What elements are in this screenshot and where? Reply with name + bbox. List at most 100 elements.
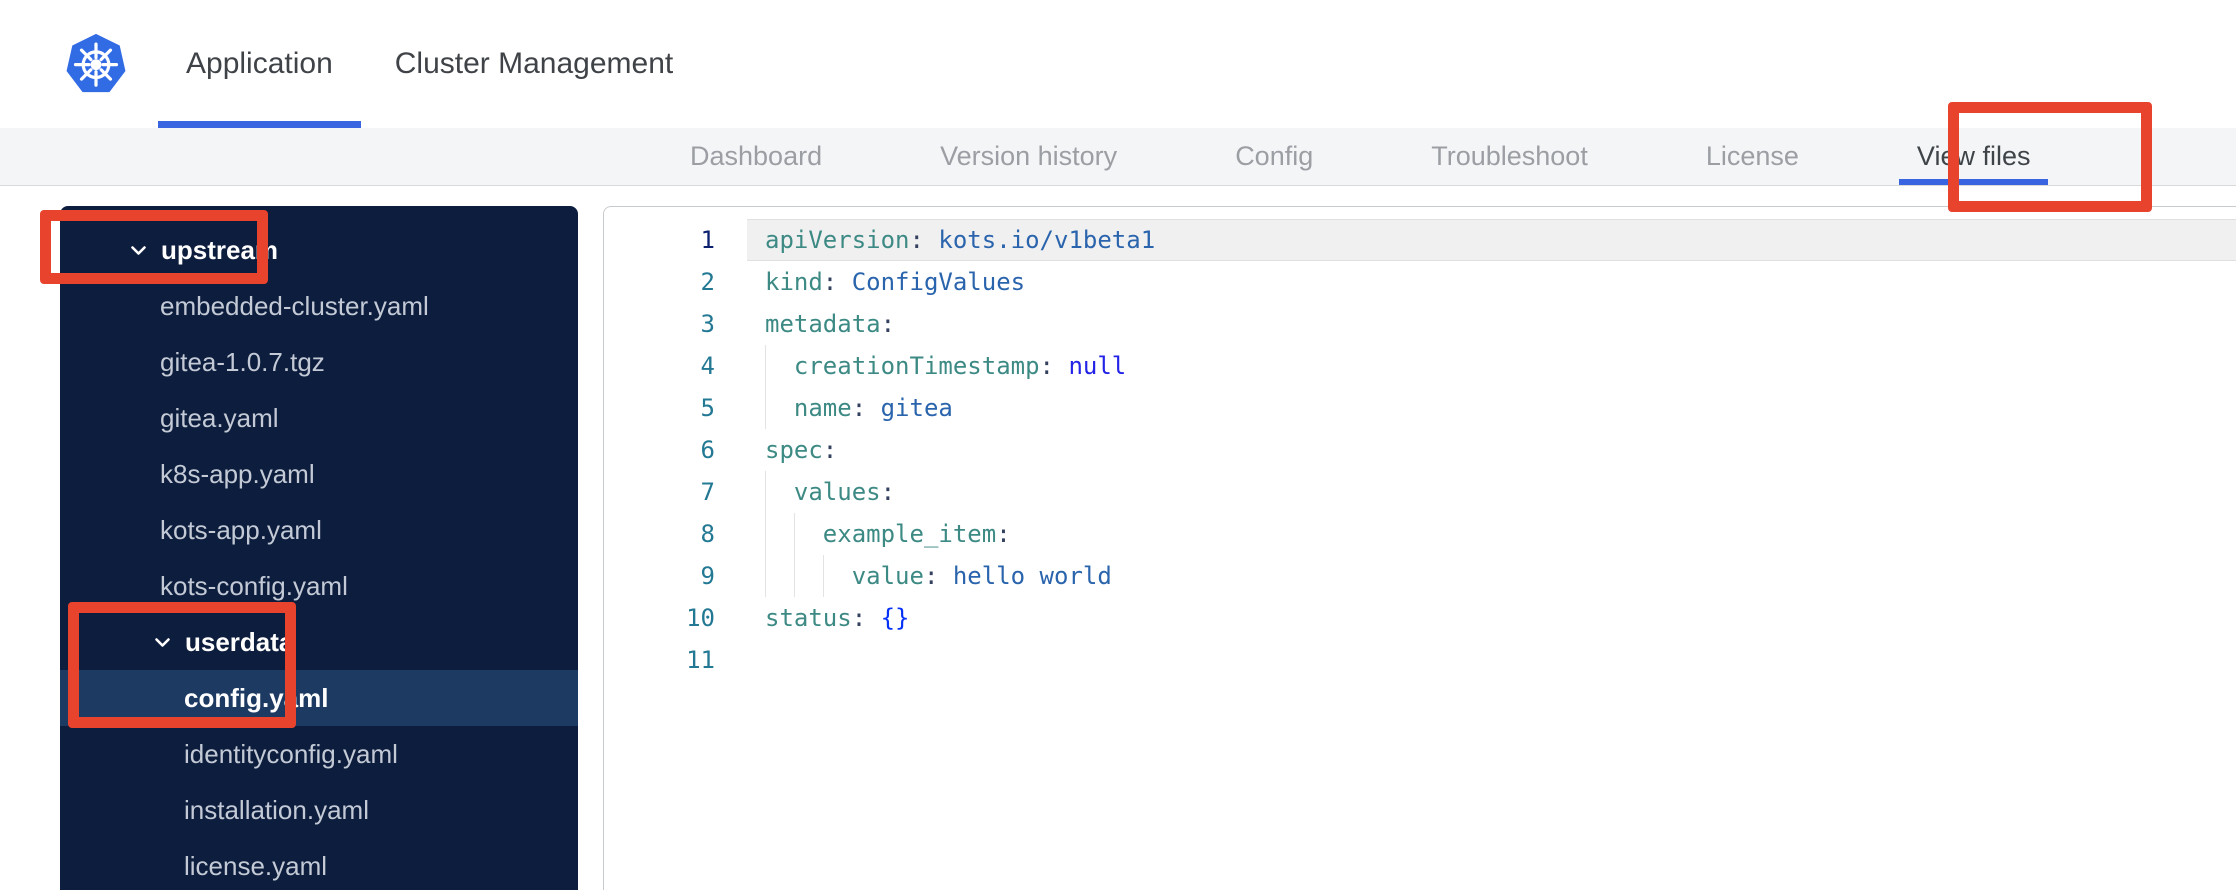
yaml-key: apiVersion	[765, 226, 910, 254]
nav-item-license[interactable]: License	[1706, 128, 1799, 185]
tree-file-license-yaml[interactable]: license.yaml	[60, 838, 578, 890]
nav-item-troubleshoot[interactable]: Troubleshoot	[1431, 128, 1588, 185]
yaml-value: ConfigValues	[851, 268, 1026, 296]
yaml-key: values	[793, 478, 881, 506]
code-line-2[interactable]: 2 kind: ConfigValues	[604, 261, 2236, 303]
nav-item-dashboard[interactable]: Dashboard	[690, 128, 822, 185]
code-line-3[interactable]: 3 metadata:	[604, 303, 2236, 345]
tree-item-label: userdata	[185, 626, 294, 657]
top-tab-cluster-management[interactable]: Cluster Management	[395, 0, 673, 128]
tree-file-config-yaml[interactable]: config.yaml	[60, 670, 578, 726]
code-line-content: metadata:	[747, 303, 2236, 345]
yaml-colon: :	[880, 478, 896, 506]
line-number: 3	[700, 310, 715, 338]
line-number: 1	[700, 226, 715, 254]
yaml-colon: :	[1039, 352, 1054, 380]
yaml-colon: :	[880, 310, 896, 338]
tree-item-label: gitea-1.0.7.tgz	[160, 346, 325, 377]
line-number: 6	[700, 436, 715, 464]
topbar: Application Cluster Management	[0, 0, 2236, 129]
yaml-value: kots.io/v1beta1	[938, 226, 1156, 254]
line-number: 11	[686, 646, 715, 674]
indent-guide	[793, 513, 795, 555]
yaml-value: {}	[880, 604, 910, 632]
tree-file-installation-yaml[interactable]: installation.yaml	[60, 782, 578, 838]
code-line-7[interactable]: 7 values:	[604, 471, 2236, 513]
line-number: 2	[700, 268, 715, 296]
tree-item-label: embedded-cluster.yaml	[160, 290, 429, 321]
tree-item-label: kots-config.yaml	[160, 570, 348, 601]
line-number: 10	[686, 604, 715, 632]
indent-guide	[765, 387, 766, 429]
yaml-colon: :	[851, 604, 867, 632]
code-line-10[interactable]: 10 status: {}	[604, 597, 2236, 639]
code-line-8[interactable]: 8 example_item:	[604, 513, 2236, 555]
line-number: 5	[700, 394, 715, 422]
indent-guide	[822, 555, 824, 597]
tree-file-k8s-app-yaml[interactable]: k8s-app.yaml	[60, 446, 578, 502]
indent-guide	[765, 345, 766, 387]
tree-file-gitea-yaml[interactable]: gitea.yaml	[60, 390, 578, 446]
nav-item-view-files[interactable]: View files	[1898, 128, 2048, 185]
code-line-content: values:	[747, 471, 2236, 513]
yaml-key: value	[851, 562, 924, 590]
yaml-key: creationTimestamp	[793, 352, 1040, 380]
chevron-down-icon	[130, 245, 147, 256]
kubernetes-logo-icon	[64, 32, 128, 96]
tree-file-identityconfig-yaml[interactable]: identityconfig.yaml	[60, 726, 578, 782]
tree-item-label: kots-app.yaml	[160, 514, 322, 545]
top-tab-application[interactable]: Application	[158, 0, 361, 128]
yaml-colon: :	[822, 268, 838, 296]
tree-item-label: license.yaml	[184, 850, 328, 881]
line-number: 8	[700, 520, 715, 548]
yaml-colon: :	[822, 436, 838, 464]
yaml-value: null	[1068, 352, 1127, 380]
yaml-value: hello world	[952, 562, 1112, 590]
indent-guide	[765, 471, 766, 513]
yaml-value: gitea	[880, 394, 953, 422]
code-line-11[interactable]: 11	[604, 639, 2236, 681]
top-tabs: Application Cluster Management	[158, 0, 673, 128]
tree-item-label: identityconfig.yaml	[184, 738, 398, 769]
yaml-key: status	[765, 604, 852, 632]
tree-file-embedded-cluster-yaml[interactable]: embedded-cluster.yaml	[60, 278, 578, 334]
line-number: 4	[700, 352, 715, 380]
code-line-content: apiVersion: kots.io/v1beta1	[747, 219, 2236, 261]
code-line-content: spec:	[747, 429, 2236, 471]
chevron-down-icon	[154, 637, 171, 648]
tree-folder-userdata[interactable]: userdata	[60, 614, 578, 670]
nav-item-version-history[interactable]: Version history	[940, 128, 1117, 185]
app-subnav: Dashboard Version history Config Troublesho…	[0, 128, 2236, 186]
tree-file-gitea-1-0-7-tgz[interactable]: gitea-1.0.7.tgz	[60, 334, 578, 390]
indent-guide	[765, 555, 766, 597]
tree-file-kots-config-yaml[interactable]: kots-config.yaml	[60, 558, 578, 614]
yaml-key: metadata	[765, 310, 881, 338]
yaml-key: example_item	[822, 520, 997, 548]
indent-guide	[793, 555, 795, 597]
yaml-key: kind	[765, 268, 823, 296]
nav-item-config[interactable]: Config	[1235, 128, 1313, 185]
yaml-colon: :	[996, 520, 1011, 548]
code-line-6[interactable]: 6 spec:	[604, 429, 2236, 471]
kots-admin-console: Application Cluster Management Dashboard V…	[0, 0, 2236, 890]
code-editor: 1 apiVersion: kots.io/v1beta1 2 kind: Confi…	[603, 206, 2236, 890]
code-line-content: example_item:	[747, 513, 2236, 555]
code-line-content: name: gitea	[747, 387, 2236, 429]
yaml-colon: :	[851, 394, 867, 422]
tree-item-label: installation.yaml	[184, 794, 369, 825]
file-tree: upstream embedded-cluster.yaml gitea-1.0.7…	[60, 206, 578, 890]
code-line-4[interactable]: 4 creationTimestamp: null	[604, 345, 2236, 387]
yaml-key: spec	[765, 436, 823, 464]
yaml-colon: :	[909, 226, 924, 254]
line-number: 7	[700, 478, 715, 506]
tree-item-label: upstream	[161, 234, 279, 265]
tree-file-kots-app-yaml[interactable]: kots-app.yaml	[60, 502, 578, 558]
code-line-content: creationTimestamp: null	[747, 345, 2236, 387]
tree-folder-upstream[interactable]: upstream	[60, 222, 578, 278]
code-line-content	[747, 639, 2236, 681]
code-line-9[interactable]: 9 value: hello world	[604, 555, 2236, 597]
tree-item-label: gitea.yaml	[160, 402, 279, 433]
code-line-5[interactable]: 5 name: gitea	[604, 387, 2236, 429]
code-line-1[interactable]: 1 apiVersion: kots.io/v1beta1	[604, 219, 2236, 261]
code-line-content: status: {}	[747, 597, 2236, 639]
